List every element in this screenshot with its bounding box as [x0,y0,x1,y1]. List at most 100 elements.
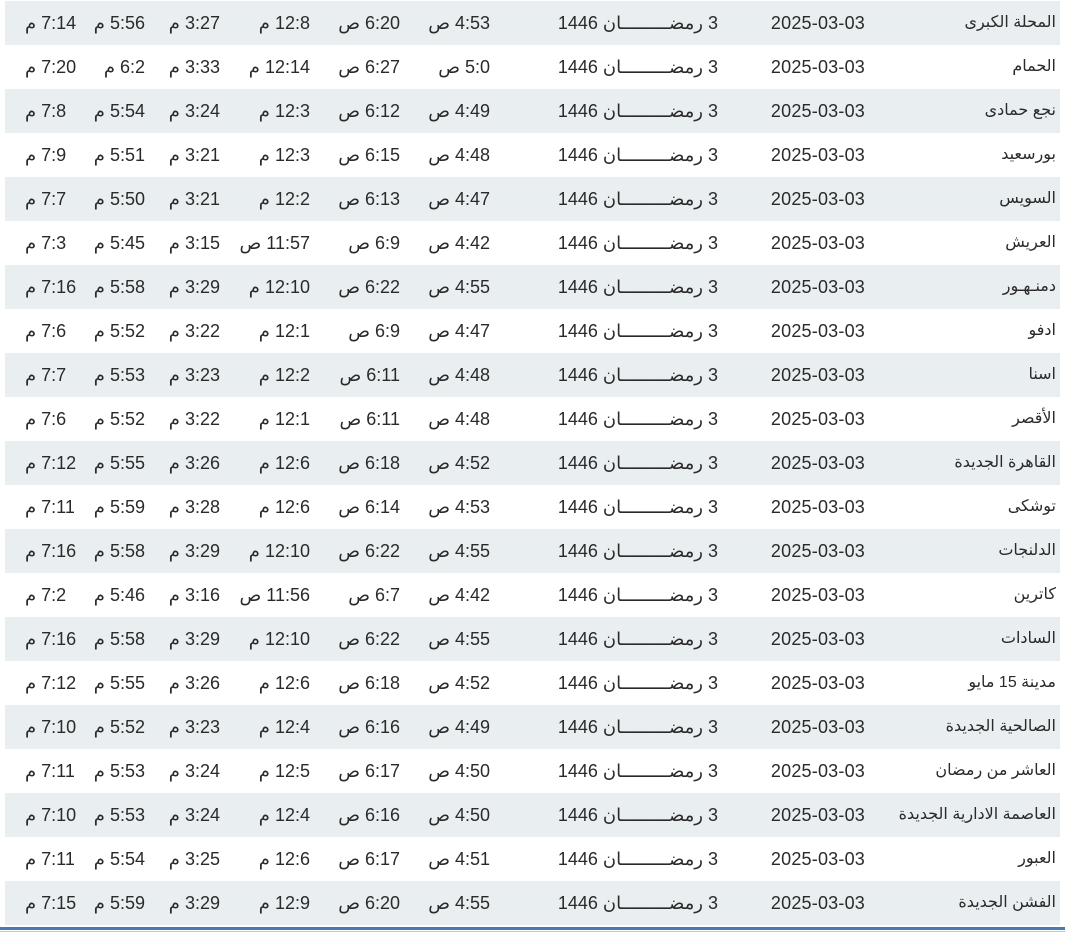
table-row: العاشر من رمضان 2025-03-03 3 رمضـــــــــا… [5,749,1060,793]
gregorian-date-cell: 2025-03-03 [770,541,865,561]
table-row: الحمام 2025-03-03 3 رمضـــــــــان 1446 5:0… [5,45,1060,89]
fajr-time-cell: 4:47 ص [428,321,490,341]
hijri-date-cell: 3 رمضـــــــــان 1446 [557,453,718,473]
table-row: العريش 2025-03-03 3 رمضـــــــــان 1446 4:4… [5,221,1060,265]
fajr-time-cell: 4:49 ص [428,101,490,121]
fajr-time-cell: 4:52 ص [428,673,490,693]
gregorian-date-cell: 2025-03-03 [770,13,865,33]
prayer-times-table: المحلة الكبرى 2025-03-03 3 رمضـــــــــان … [5,1,1060,925]
maghrib-time-cell: 5:53 م [93,805,145,825]
maghrib-time-cell: 5:54 م [93,101,145,121]
asr-time-cell: 3:27 م [168,13,220,33]
maghrib-time-cell: 5:55 م [93,453,145,473]
gregorian-date-cell: 2025-03-03 [770,497,865,517]
table-row: القاهرة الجديدة 2025-03-03 3 رمضـــــــــا… [5,441,1060,485]
isha-time-cell: 7:11 م [25,497,75,517]
sunrise-time-cell: 6:12 ص [338,101,400,121]
city-cell: الأقصر [1012,410,1056,427]
table-row: الصالحية الجديدة 2025-03-03 3 رمضـــــــــ… [5,705,1060,749]
gregorian-date-cell: 2025-03-03 [770,805,865,825]
asr-time-cell: 3:24 م [168,761,220,781]
sunrise-time-cell: 6:9 ص [348,233,400,253]
maghrib-time-cell: 5:51 م [93,145,145,165]
fajr-time-cell: 4:48 ص [428,145,490,165]
gregorian-date-cell: 2025-03-03 [770,673,865,693]
city-cell: العاصمة الادارية الجديدة [898,806,1056,823]
bottom-border [0,927,1065,930]
fajr-time-cell: 4:47 ص [428,189,490,209]
fajr-time-cell: 4:51 ص [428,849,490,869]
asr-time-cell: 3:22 م [168,321,220,341]
sunrise-time-cell: 6:13 ص [338,189,400,209]
isha-time-cell: 7:16 م [25,629,77,649]
dhuhr-time-cell: 12:2 م [258,189,310,209]
table-row: العبور 2025-03-03 3 رمضـــــــــان 1446 4:5… [5,837,1060,881]
hijri-date-cell: 3 رمضـــــــــان 1446 [557,277,718,297]
table-row: اسنا 2025-03-03 3 رمضـــــــــان 1446 4:48 … [5,353,1060,397]
hijri-date-cell: 3 رمضـــــــــان 1446 [557,233,718,253]
maghrib-time-cell: 5:52 م [93,409,145,429]
gregorian-date-cell: 2025-03-03 [770,893,865,913]
hijri-date-cell: 3 رمضـــــــــان 1446 [557,541,718,561]
sunrise-time-cell: 6:7 ص [348,585,400,605]
gregorian-date-cell: 2025-03-03 [770,233,865,253]
fajr-time-cell: 4:42 ص [428,233,490,253]
gregorian-date-cell: 2025-03-03 [770,849,865,869]
gregorian-date-cell: 2025-03-03 [770,321,865,341]
gregorian-date-cell: 2025-03-03 [770,145,865,165]
asr-time-cell: 3:29 م [168,541,220,561]
maghrib-time-cell: 5:45 م [93,233,145,253]
fajr-time-cell: 4:53 ص [428,13,490,33]
table-row: مدينة 15 مايو 2025-03-03 3 رمضـــــــــان … [5,661,1060,705]
asr-time-cell: 3:29 م [168,893,220,913]
sunrise-time-cell: 6:17 ص [338,849,400,869]
city-cell: كاترين [1013,586,1056,603]
sunrise-time-cell: 6:17 ص [338,761,400,781]
dhuhr-time-cell: 11:57 ص [239,233,310,253]
dhuhr-time-cell: 12:5 م [258,761,310,781]
city-cell: العاشر من رمضان [935,762,1056,779]
dhuhr-time-cell: 12:10 م [248,629,310,649]
asr-time-cell: 3:24 م [168,101,220,121]
fajr-time-cell: 5:0 ص [438,57,490,77]
city-cell: دمنـهـور [1002,278,1056,295]
gregorian-date-cell: 2025-03-03 [770,101,865,121]
isha-time-cell: 7:8 م [25,101,67,121]
fajr-time-cell: 4:53 ص [428,497,490,517]
hijri-date-cell: 3 رمضـــــــــان 1446 [557,629,718,649]
isha-time-cell: 7:15 م [25,893,77,913]
fajr-time-cell: 4:52 ص [428,453,490,473]
isha-time-cell: 7:9 م [25,145,67,165]
isha-time-cell: 7:16 م [25,541,77,561]
dhuhr-time-cell: 12:6 م [258,497,310,517]
hijri-date-cell: 3 رمضـــــــــان 1446 [557,57,718,77]
asr-time-cell: 3:24 م [168,805,220,825]
maghrib-time-cell: 5:59 م [93,497,145,517]
maghrib-time-cell: 5:46 م [93,585,145,605]
hijri-date-cell: 3 رمضـــــــــان 1446 [557,409,718,429]
dhuhr-time-cell: 12:4 م [258,717,310,737]
dhuhr-time-cell: 12:6 م [258,453,310,473]
hijri-date-cell: 3 رمضـــــــــان 1446 [557,13,718,33]
isha-time-cell: 7:12 م [25,453,77,473]
isha-time-cell: 7:6 م [25,321,67,341]
hijri-date-cell: 3 رمضـــــــــان 1446 [557,497,718,517]
fajr-time-cell: 4:49 ص [428,717,490,737]
sunrise-time-cell: 6:11 ص [339,365,400,385]
sunrise-time-cell: 6:18 ص [338,453,400,473]
fajr-time-cell: 4:55 ص [428,541,490,561]
table-row: نجع حمادى 2025-03-03 3 رمضـــــــــان 1446… [5,89,1060,133]
dhuhr-time-cell: 12:6 م [258,673,310,693]
table-row: بورسعيد 2025-03-03 3 رمضـــــــــان 1446 4:… [5,133,1060,177]
city-cell: القاهرة الجديدة [954,454,1056,471]
dhuhr-time-cell: 12:3 م [258,101,310,121]
maghrib-time-cell: 6:2 م [103,57,145,77]
isha-time-cell: 7:7 م [25,189,67,209]
dhuhr-time-cell: 12:3 م [258,145,310,165]
gregorian-date-cell: 2025-03-03 [770,453,865,473]
table-row: الدلنجات 2025-03-03 3 رمضـــــــــان 1446 4… [5,529,1060,573]
city-cell: العبور [1018,850,1056,867]
dhuhr-time-cell: 12:8 م [258,13,310,33]
city-cell: مدينة 15 مايو [968,674,1056,691]
maghrib-time-cell: 5:53 م [93,365,145,385]
